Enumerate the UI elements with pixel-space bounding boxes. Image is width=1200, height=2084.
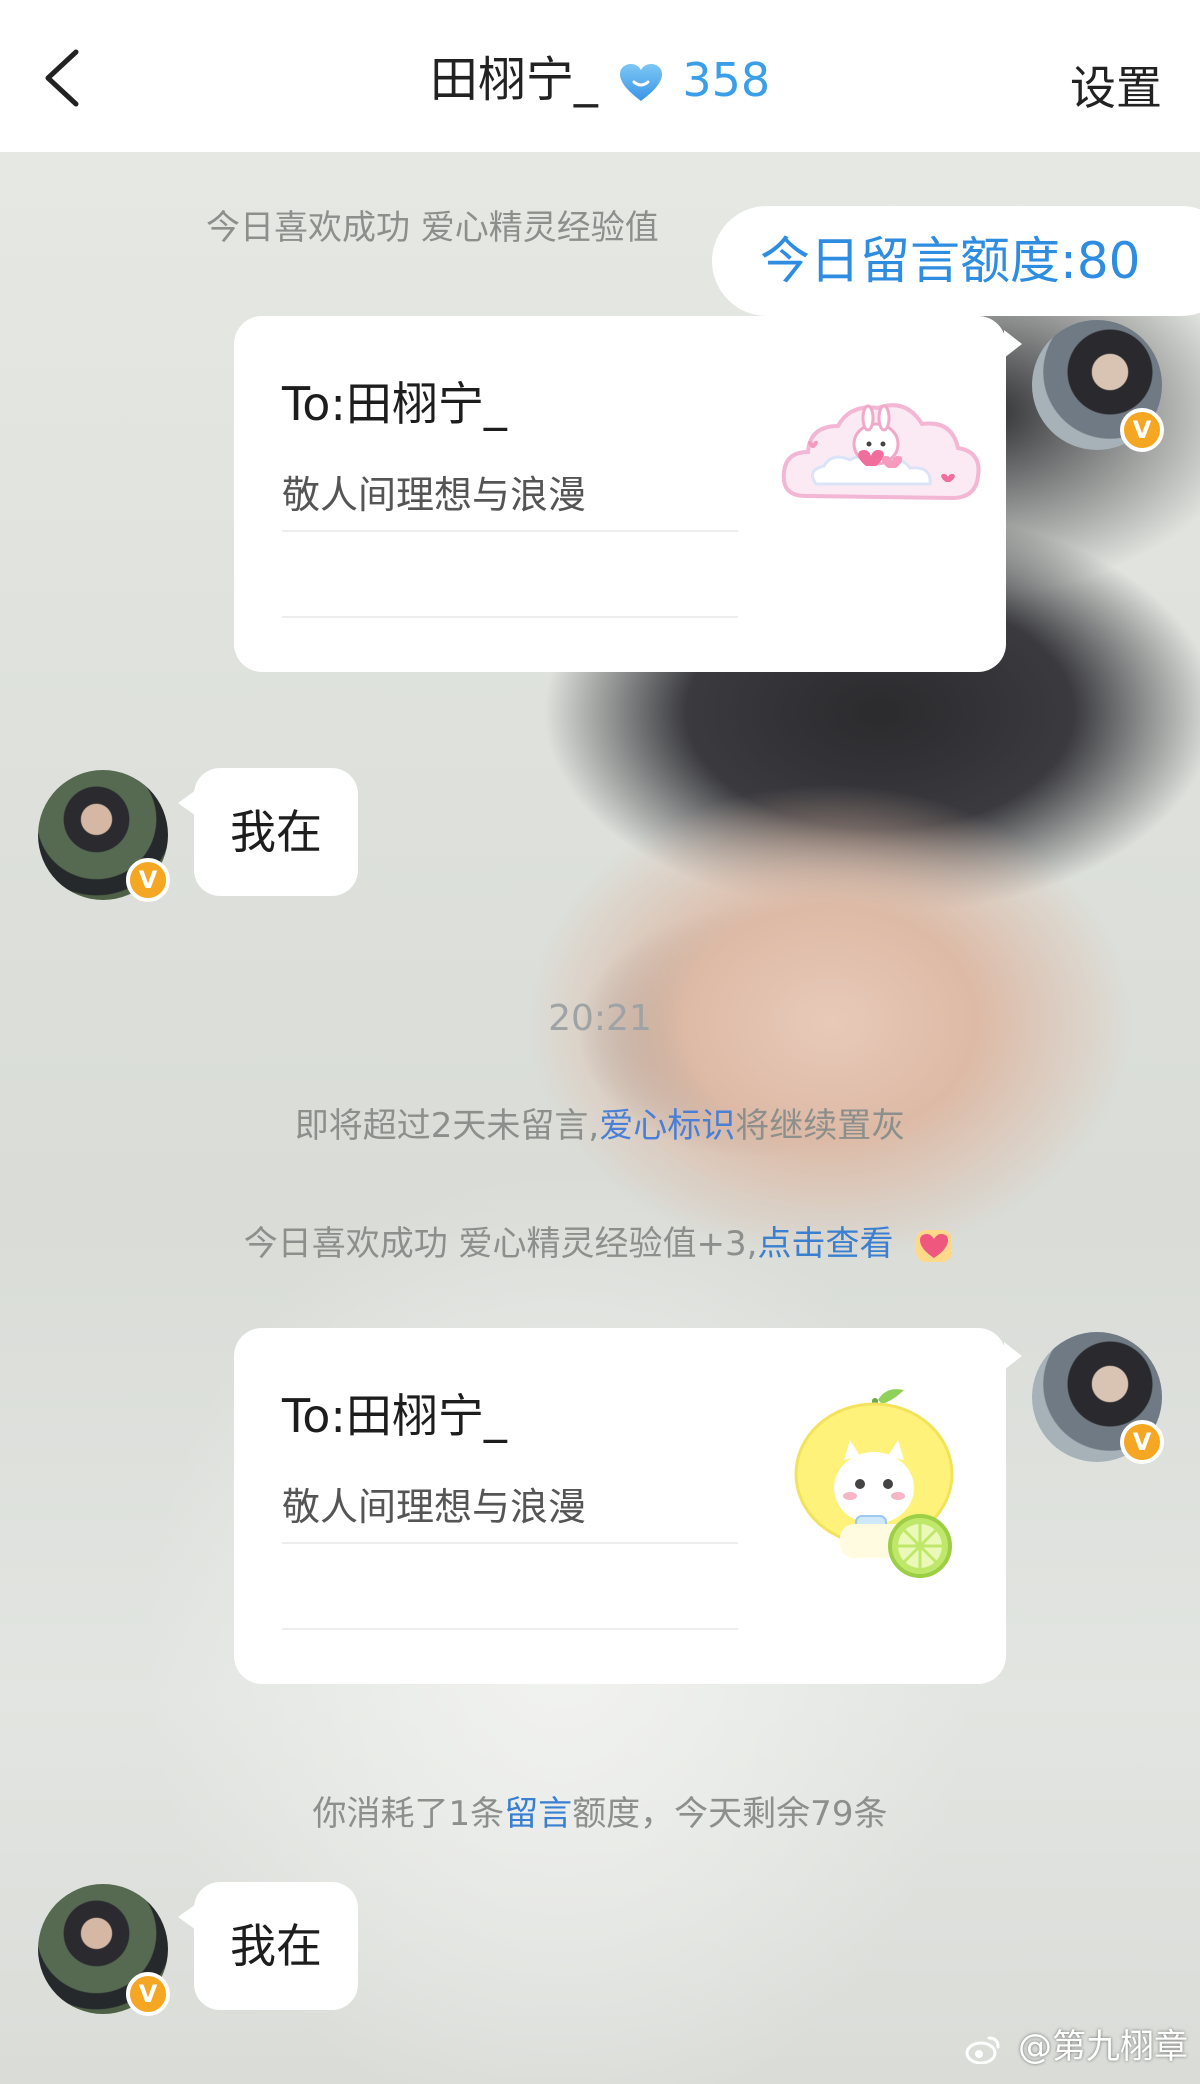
watermark-text: @第九栩章 (1018, 2027, 1188, 2067)
divider (282, 530, 738, 532)
avatar-self[interactable]: V (1032, 1332, 1164, 1464)
reply-text: 我在 (230, 1919, 322, 1973)
system-notice-warning: 即将超过2天未留言,爱心标识将继续置灰 (294, 1106, 906, 1146)
avatar-contact[interactable]: V (38, 770, 170, 902)
chat-area[interactable]: 今日喜欢成功 爱心精灵经验值 今日留言额度:80 V To:田栩宁_ 敬人间理想… (0, 152, 1200, 2084)
contact-name: 田栩宁_ (429, 52, 598, 108)
heart-sprite-icon (916, 1229, 953, 1262)
avatar-self[interactable]: V (1032, 320, 1164, 452)
message-card[interactable]: To:田栩宁_ 敬人间理想与浪漫 (234, 1328, 1022, 1684)
cloud-bunny-sticker-icon (781, 403, 981, 501)
conversation-title: 田栩宁_ 358 (0, 48, 1200, 112)
reply-bubble[interactable]: 我在 (178, 1882, 358, 2010)
heart-icon (620, 64, 663, 101)
weibo-watermark: @第九栩章 (965, 2019, 1188, 2068)
verified-badge-icon: V (1120, 408, 1164, 452)
heart-mark-link[interactable]: 爱心标识 (599, 1106, 735, 1146)
message-quota-link[interactable]: 留言 (504, 1794, 572, 1834)
heart-count: 358 (682, 53, 771, 107)
weibo-icon (965, 2036, 1000, 2064)
card-message: 敬人间理想与浪漫 (282, 1485, 587, 1529)
message-card[interactable]: To:田栩宁_ 敬人间理想与浪漫 (234, 316, 1022, 672)
divider (282, 616, 738, 618)
lemon-cat-sticker-icon (794, 1389, 954, 1578)
verified-badge-icon: V (1120, 1420, 1164, 1464)
reply-bubble[interactable]: 我在 (178, 768, 358, 896)
verified-badge-icon: V (126, 1972, 170, 2016)
system-notice-quota: 你消耗了1条留言额度，今天剩余79条 (312, 1794, 888, 1834)
verified-badge-icon: V (126, 858, 170, 902)
liked-text: 今日喜欢成功 爱心精灵经验值 (206, 208, 659, 248)
settings-button[interactable]: 设置 (1070, 52, 1162, 118)
card-recipient: To:田栩宁_ (282, 1389, 507, 1443)
daily-quota-badge[interactable]: 今日留言额度:80 (712, 206, 1200, 316)
card-recipient: To:田栩宁_ (282, 377, 507, 431)
divider (282, 1542, 738, 1544)
view-details-link[interactable]: 点击查看 (757, 1224, 893, 1264)
timestamp: 20:21 (548, 998, 652, 1039)
top-nav-bar: 田栩宁_ 358 设置 (0, 0, 1200, 152)
reply-text: 我在 (230, 805, 322, 859)
card-message: 敬人间理想与浪漫 (282, 473, 587, 517)
system-notice-liked-exp: 今日喜欢成功 爱心精灵经验值+3,点击查看 (0, 1216, 1200, 1266)
avatar-contact[interactable]: V (38, 1884, 170, 2016)
divider (282, 1628, 738, 1630)
